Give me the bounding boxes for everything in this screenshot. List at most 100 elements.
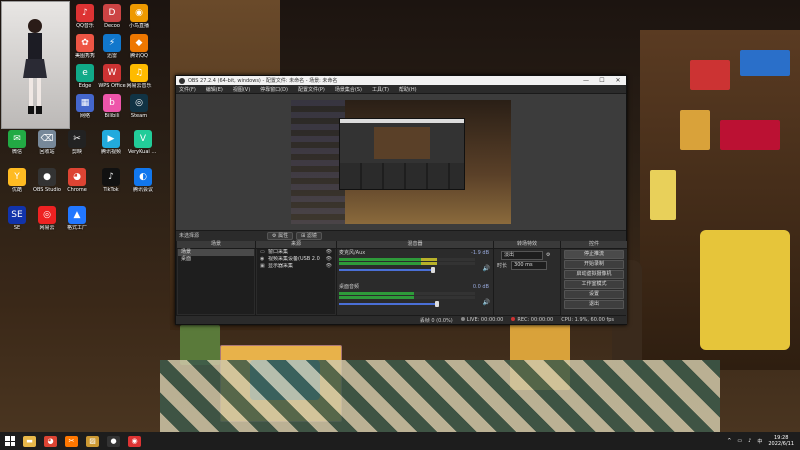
windows-start-icon[interactable] — [5, 436, 15, 446]
desktop-icon[interactable]: ◕ Chrome — [62, 168, 92, 193]
volume-meter — [339, 296, 475, 299]
screen-recorder-icon[interactable]: ◉ — [128, 435, 141, 447]
desktop-icon[interactable]: SE SE — [2, 206, 32, 231]
source-item[interactable]: ▣ 显示器采集 👁 — [257, 263, 335, 270]
desktop-icon[interactable]: Y 优酷 — [2, 168, 32, 193]
minimize-button[interactable]: — — [578, 77, 594, 84]
desktop-icon-label: 网络 — [79, 113, 90, 119]
studio-mode-button[interactable]: 工作室模式 — [564, 280, 624, 289]
desktop-icon[interactable]: ✿ 美图秀秀 — [70, 34, 100, 59]
app-icon: ⚡ — [103, 34, 121, 52]
volume-slider[interactable] — [339, 303, 437, 305]
preview-canvas[interactable] — [291, 100, 511, 224]
desktop-icon[interactable]: ♫ 网易云音乐 — [124, 64, 154, 89]
volume-meter — [339, 262, 475, 265]
menu-help[interactable]: 帮助(H) — [399, 86, 417, 93]
filters-button[interactable]: ⊞ 滤镜 — [296, 231, 322, 240]
desktop-icon[interactable]: e Edge — [70, 64, 100, 89]
app-icon: e — [76, 64, 94, 82]
menu-file[interactable]: 文件(F) — [179, 86, 196, 93]
speaker-icon[interactable]: 🔊 — [483, 299, 490, 306]
maximize-button[interactable]: ☐ — [594, 77, 610, 84]
visibility-eye-icon[interactable]: 👁 — [326, 263, 332, 270]
desktop-icon-label: 网易云 — [39, 225, 55, 231]
menu-profile[interactable]: 配置文件(P) — [298, 86, 325, 93]
duration-input[interactable]: 300 ms — [511, 260, 548, 270]
desktop-icon[interactable]: ▲ 格式工厂 — [62, 206, 92, 231]
menu-scene-collection[interactable]: 场景集合(S) — [335, 86, 362, 93]
source-item[interactable]: ▭ 窗口采集 👁 — [257, 249, 335, 256]
controls-header: 控件 — [561, 241, 627, 249]
obs-icon[interactable]: ● — [107, 435, 120, 447]
desktop-icon[interactable]: b Bilibili — [97, 94, 127, 119]
desktop-icon[interactable]: W WPS Office — [97, 64, 127, 89]
transition-settings-gear-icon[interactable]: ⚙ — [546, 252, 550, 258]
preview-area[interactable] — [176, 94, 626, 230]
exit-button[interactable]: 退出 — [564, 300, 624, 309]
scene-item[interactable]: 桌面 — [178, 256, 254, 263]
visibility-eye-icon[interactable]: 👁 — [326, 249, 332, 256]
scene-item[interactable]: 场景 — [178, 249, 254, 256]
volume-icon[interactable]: ♪ — [748, 438, 751, 444]
preview-nested-obs — [339, 118, 465, 190]
sources-list: ▭窗口采集 👁 ◉视频采集设备(USB 2.0 HD UVC WebCam) 👁 ▣… — [257, 249, 335, 314]
clock[interactable]: 19:28 2022/6/11 — [768, 435, 794, 447]
source-toolbar: 未选择源 ⚙ 属性 ⊞ 滤镜 — [176, 230, 626, 240]
close-button[interactable]: ✕ — [610, 77, 626, 84]
obs-window[interactable]: OBS 27.2.4 (64-bit, windows) - 配置文件: 未命名… — [175, 75, 627, 325]
visibility-eye-icon[interactable]: 👁 — [326, 256, 332, 263]
scenes-list: 场景 桌面 — [178, 249, 254, 314]
desktop-icon-label: Steam — [130, 113, 148, 119]
desktop-icon-label: TikTok — [103, 187, 119, 193]
app-icon: ▶ — [102, 130, 120, 148]
app-icon: b — [103, 94, 121, 112]
properties-button[interactable]: ⚙ 属性 — [267, 231, 294, 240]
menu-docks[interactable]: 停靠窗口(D) — [260, 86, 288, 93]
desktop-icon[interactable]: ◉ 小鸟直播 — [124, 4, 154, 29]
desktop-icon[interactable]: ♪ TikTok — [96, 168, 126, 193]
desktop-icon[interactable]: ◎ Steam — [124, 94, 154, 119]
stop-streaming-button[interactable]: 停止推流 — [564, 250, 624, 259]
desktop-icon[interactable]: ▶ 腾讯视频 — [96, 130, 126, 155]
desktop-icon[interactable]: ▦ 网络 — [70, 94, 100, 119]
desktop-icon-label: 格式工厂 — [66, 225, 87, 231]
speaker-icon[interactable]: 🔊 — [483, 265, 490, 272]
network-icon[interactable]: ▭ — [737, 438, 742, 444]
desktop-icon[interactable]: ⌫ 回收站 — [32, 130, 62, 155]
desktop-icon[interactable]: ◆ 腾讯QQ — [124, 34, 154, 59]
desktop-icon[interactable]: ● OBS Studio — [32, 168, 62, 193]
app-icon: ♫ — [130, 64, 148, 82]
desktop-icon[interactable]: ✂ 剪映 — [62, 130, 92, 155]
window-capture-icon: ▭ — [260, 249, 265, 255]
desktop-icon[interactable]: D Decoo — [97, 4, 127, 29]
desktop-icon[interactable]: V VeryKuai VK — [128, 130, 158, 155]
desktop-icon-label: QQ音乐 — [76, 23, 94, 29]
tray-overflow-icon[interactable]: ^ — [727, 438, 731, 444]
menu-tools[interactable]: 工具(T) — [372, 86, 389, 93]
settings-button[interactable]: 设置 — [564, 290, 624, 299]
input-method-icon[interactable]: 中 — [757, 438, 762, 445]
chrome-icon[interactable]: ◕ — [44, 435, 57, 447]
file-explorer-icon[interactable]: ▬ — [23, 435, 36, 447]
app-icon: ◎ — [130, 94, 148, 112]
transition-type-select[interactable]: 淡出 — [501, 250, 543, 260]
mixer-header: 混音器 — [337, 241, 493, 249]
obs-titlebar[interactable]: OBS 27.2.4 (64-bit, windows) - 配置文件: 未命名… — [176, 76, 626, 85]
virtual-camera-button[interactable]: 启动虚拟摄像机 — [564, 270, 624, 279]
desktop-icon[interactable]: ◐ 腾讯会议 — [128, 168, 158, 193]
start-recording-button[interactable]: 开始录制 — [564, 260, 624, 269]
volume-slider-knob[interactable] — [431, 267, 436, 273]
volume-slider[interactable] — [339, 269, 434, 271]
menu-view[interactable]: 视图(V) — [233, 86, 250, 93]
track-db: -1.9 dB — [471, 250, 489, 256]
desktop-icon[interactable]: ♪ QQ音乐 — [70, 4, 100, 29]
desktop-icon[interactable]: ◎ 网易云 — [32, 206, 62, 231]
desktop-icon[interactable]: ✉ 微信 — [2, 130, 32, 155]
snipaste-icon[interactable]: ✂ — [65, 435, 78, 447]
source-item[interactable]: ◉视频采集设备(USB 2.0 HD UVC WebCam) 👁 — [257, 256, 335, 263]
menu-edit[interactable]: 编辑(E) — [206, 86, 223, 93]
volume-slider-knob[interactable] — [434, 301, 439, 307]
scenes-header: 场景 — [177, 241, 255, 249]
pictures-icon[interactable]: ▨ — [86, 435, 99, 447]
desktop-icon[interactable]: ⚡ 迅雷 — [97, 34, 127, 59]
